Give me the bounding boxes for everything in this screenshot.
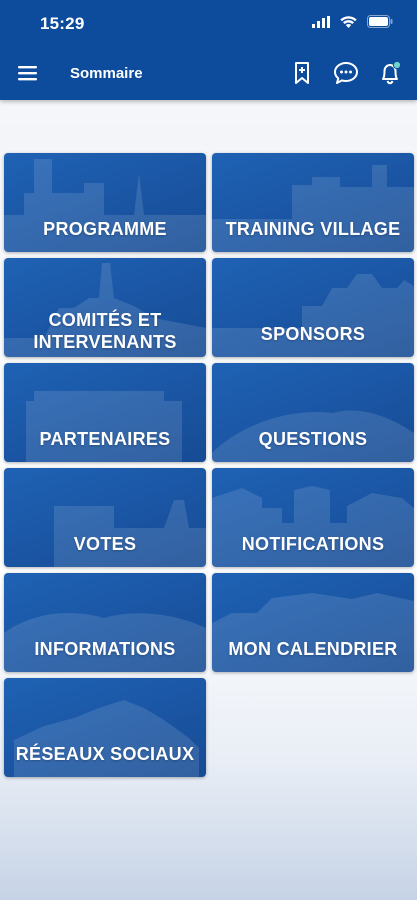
tile-notifications[interactable]: NOTIFICATIONS <box>212 468 414 567</box>
app-header: 15:29 Sommaire <box>0 0 417 100</box>
tile-label: PARTENAIRES <box>39 429 171 449</box>
tile-label: SPONSORS <box>260 324 366 344</box>
tile-label: INFORMATIONS <box>34 639 176 659</box>
tile-label: QUESTIONS <box>258 429 368 449</box>
menu-grid: PROGRAMME TRAINING VILLAGE COMITÉS ET IN… <box>4 153 414 777</box>
bell-notification-icon[interactable] <box>377 60 403 86</box>
tile-comites-intervenants[interactable]: COMITÉS ET INTERVENANTS <box>4 258 206 357</box>
signal-icon <box>312 15 330 28</box>
tile-label: NOTIFICATIONS <box>241 534 385 554</box>
tile-label: TRAINING VILLAGE <box>225 219 401 239</box>
tile-programme[interactable]: PROGRAMME <box>4 153 206 252</box>
wifi-icon <box>340 15 357 28</box>
tile-reseaux-sociaux[interactable]: RÉSEAUX SOCIAUX <box>4 678 206 777</box>
bookmark-add-icon[interactable] <box>289 60 315 86</box>
tile-label: PROGRAMME <box>43 219 167 239</box>
tile-informations[interactable]: INFORMATIONS <box>4 573 206 672</box>
tile-label: RÉSEAUX SOCIAUX <box>15 744 195 764</box>
status-time: 15:29 <box>40 14 85 33</box>
tile-training-village[interactable]: TRAINING VILLAGE <box>212 153 414 252</box>
header-actions <box>289 60 403 86</box>
tile-sponsors[interactable]: SPONSORS <box>212 258 414 357</box>
chat-bubble-icon[interactable] <box>333 60 359 86</box>
battery-icon <box>367 15 393 28</box>
tile-label: COMITÉS ET INTERVENANTS <box>4 309 206 353</box>
hamburger-menu-icon[interactable] <box>16 63 40 83</box>
tile-label-line2: INTERVENANTS <box>33 332 177 352</box>
status-icons <box>312 15 393 28</box>
page-title: Sommaire <box>70 65 143 82</box>
tile-label: VOTES <box>73 534 137 554</box>
tile-label: MON CALENDRIER <box>228 639 398 659</box>
tile-questions[interactable]: QUESTIONS <box>212 363 414 462</box>
tile-mon-calendrier[interactable]: MON CALENDRIER <box>212 573 414 672</box>
tile-partenaires[interactable]: PARTENAIRES <box>4 363 206 462</box>
tile-votes[interactable]: VOTES <box>4 468 206 567</box>
tile-label-line1: COMITÉS ET <box>48 310 162 330</box>
